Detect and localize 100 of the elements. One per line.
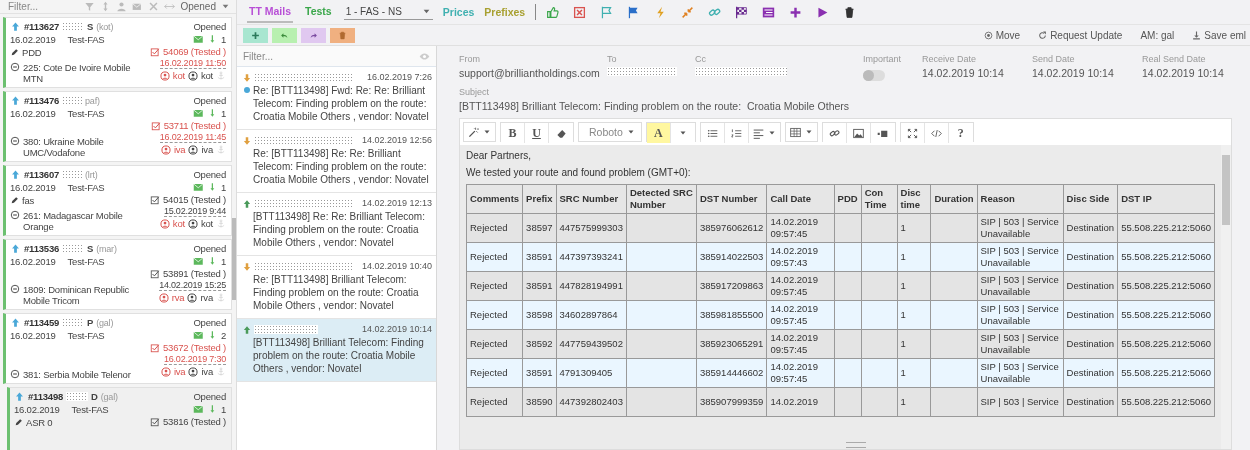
ticket-status: Opened (193, 95, 226, 106)
style-button[interactable] (463, 122, 496, 142)
ticket-card[interactable]: #113627 S (kot) 16.02.2019 Test-FAS PDD 225: Cote De Ivoire Mobile MTN Opened 1 54069 (Tested ) 16.02.2019 11:50 kot kot (3, 17, 232, 88)
ticket-date: 16.02.2019 (10, 256, 56, 267)
image-button[interactable] (846, 123, 871, 143)
account-manager: AM: gal (1140, 29, 1175, 41)
play-icon[interactable] (816, 5, 830, 19)
tab[interactable]: TT Mails (247, 1, 293, 23)
important-toggle[interactable] (863, 70, 885, 81)
table-cell: Destination (1063, 300, 1118, 330)
scrollbar-thumb[interactable] (232, 218, 236, 300)
person-icon[interactable] (116, 1, 128, 12)
envelope-icon[interactable] (132, 1, 144, 12)
list-icon[interactable] (762, 5, 776, 19)
caret-icon (804, 128, 813, 136)
date-value: 14.02.2019 10:14 (922, 67, 1005, 79)
fullscreen-button[interactable] (900, 123, 925, 143)
redacted-block (66, 392, 89, 401)
table-cell: 447392802403 (556, 387, 627, 417)
move-button[interactable]: Move (983, 29, 1021, 41)
message-item[interactable]: 16.02.2019 7:26 Re: [BTT113498] Fwd: Re: Re: Brilliant Telecom: Finding problem on the route: Croatia Mobile Others , vendor: Novatel (237, 67, 436, 130)
bold-button[interactable]: B (501, 123, 525, 143)
ticket-card[interactable]: #113607 (lrt) 16.02.2019 Test-FAS fas 261: Madagascar Mobile Orange Opened 1 54015 (Tested ) 15.02.2019 9:44 kot kot (3, 165, 232, 236)
filter-field[interactable]: Filter... (237, 46, 436, 67)
body-text: We tested your route and found problem (GMT+0): (466, 167, 692, 178)
user-icon (188, 144, 199, 155)
message-item[interactable]: 14.02.2019 10:14 [BTT113498] Brilliant Telecom: Finding problem on the route: Croatia Mobile Others , vendor: Novatel (237, 319, 436, 382)
arrow-up-icon (10, 169, 21, 180)
close-box-icon[interactable] (573, 5, 587, 19)
filter-icon[interactable] (84, 1, 96, 12)
ticket-card[interactable]: #113498 D (gal) 16.02.2019 Test-FAS ASR 0 Opened 1 53816 (Tested ) (7, 387, 232, 450)
highlight-button[interactable]: A (646, 123, 671, 143)
numbered-list-button[interactable] (724, 123, 749, 143)
compress-icon[interactable] (681, 5, 695, 19)
table-cell: SIP | 503 | Service Unavailable (977, 300, 1064, 330)
status-dropdown[interactable]: Opened (180, 1, 230, 12)
message-item[interactable]: 14.02.2019 12:13 [BTT113498] Re: Re: Brilliant Telecom: Finding problem on the route: Croatia Mobile Others , vendor: Novatel (237, 193, 436, 256)
link-button[interactable] (822, 123, 847, 143)
test-number: 54069 (Tested ) (163, 46, 226, 57)
field-label: Important (863, 54, 903, 64)
ticket-date: 16.02.2019 (10, 182, 56, 193)
filter-dropdown[interactable]: 1 - FAS - NS (343, 4, 433, 20)
save-eml-button[interactable]: Save eml (1192, 29, 1246, 41)
font-dropdown[interactable]: Roboto (578, 122, 642, 142)
table-cell: 55.508.225.212:5060 (1117, 300, 1215, 330)
table-cell: 385923065291 (696, 329, 767, 359)
table-cell: 14.02.2019 (766, 387, 835, 417)
code-button[interactable] (924, 123, 949, 143)
ticket-status: Opened (193, 169, 226, 180)
table-cell: 14.02.2019 09:57:45 (766, 358, 835, 388)
ticket-status: Opened (193, 243, 226, 254)
ticket-type: Test-FAS (67, 108, 105, 119)
route-name: 261: Madagascar Mobile Orange (23, 210, 124, 232)
column-header: Reason (977, 184, 1064, 214)
plus-icon[interactable] (789, 5, 803, 19)
forward-button[interactable] (301, 27, 326, 43)
table-cell: 34602897864 (556, 300, 627, 330)
table-button[interactable] (784, 122, 818, 142)
arrow-up-icon (242, 324, 252, 335)
ticket-type: Test-FAS (67, 182, 105, 193)
table-cell: 4791309405 (556, 358, 627, 388)
thumbs-up-icon[interactable] (546, 5, 560, 19)
ticket-card[interactable]: #113536 S (mar) 16.02.2019 Test-FAS 1809: Dominican Republic Mobile Tricom Opened 1 53891 (Tested ) 14.02.2019 15:25 rva rva (3, 239, 232, 310)
route-name: 381: Serbia Mobile Telenor (23, 369, 131, 380)
assignee-name: rva (200, 292, 213, 303)
underline-button[interactable]: U (525, 123, 549, 143)
delete-button[interactable] (330, 27, 355, 43)
route-name: 1809: Dominican Republic Mobile Tricom (23, 284, 131, 306)
flag-icon[interactable] (600, 5, 614, 19)
request-update-button[interactable]: Request Update (1038, 29, 1123, 41)
test-time: 14.02.2019 15:25 (159, 280, 226, 291)
reply-button[interactable] (272, 27, 297, 43)
column-header: DST IP (1117, 184, 1215, 214)
arrow-up-icon (14, 391, 25, 402)
eye-icon[interactable] (419, 51, 430, 62)
resize-icon[interactable] (164, 1, 176, 12)
bullet-list-icon (706, 127, 718, 139)
column-header: Duration (930, 184, 977, 214)
trash-icon[interactable] (843, 5, 857, 19)
resize-grip[interactable] (845, 442, 866, 448)
checkered-flag-icon[interactable] (735, 5, 749, 19)
filter-field[interactable]: Filter... (6, 0, 80, 13)
close-icon[interactable] (148, 1, 160, 12)
ticket-card[interactable]: #113476 paf) 16.02.2019 Test-FAS 380: Ukraine Mobile UMC/Vodafone Opened 1 53711 (Tested ) 16.02.2019 11:45 iva iva (3, 91, 232, 162)
fullscreen-icon (906, 127, 918, 139)
table-cell: 385914022503 (696, 242, 767, 272)
message-item[interactable]: 14.02.2019 12:56 Re: [BTT113498] Re: Re: Brilliant Telecom: Finding problem on the route: Croatia Mobile Others , vendor: Novatel (237, 130, 436, 193)
user-icon (159, 218, 170, 229)
test-time: 15.02.2019 9:44 (163, 206, 226, 217)
scrollbar[interactable] (1221, 145, 1231, 449)
target-icon (983, 30, 993, 40)
table-cell: 447575999303 (556, 213, 627, 243)
minus-circle-icon (10, 62, 20, 72)
table-cell: 14.02.2019 09:57:45 (766, 329, 835, 359)
add-button[interactable] (243, 27, 268, 43)
ticket-card[interactable]: #113459 P (gal) 16.02.2019 Test-FAS 381: Serbia Mobile Telenor Opened 2 53672 (Tested ) 16.02.2019 7:30 iva iva (3, 313, 232, 384)
numbered-list-icon (730, 127, 742, 139)
bullet-list-button[interactable] (700, 123, 725, 143)
table-cell: 385914446602 (696, 358, 767, 388)
table-cell: 55.508.225.212:5060 (1117, 358, 1215, 388)
